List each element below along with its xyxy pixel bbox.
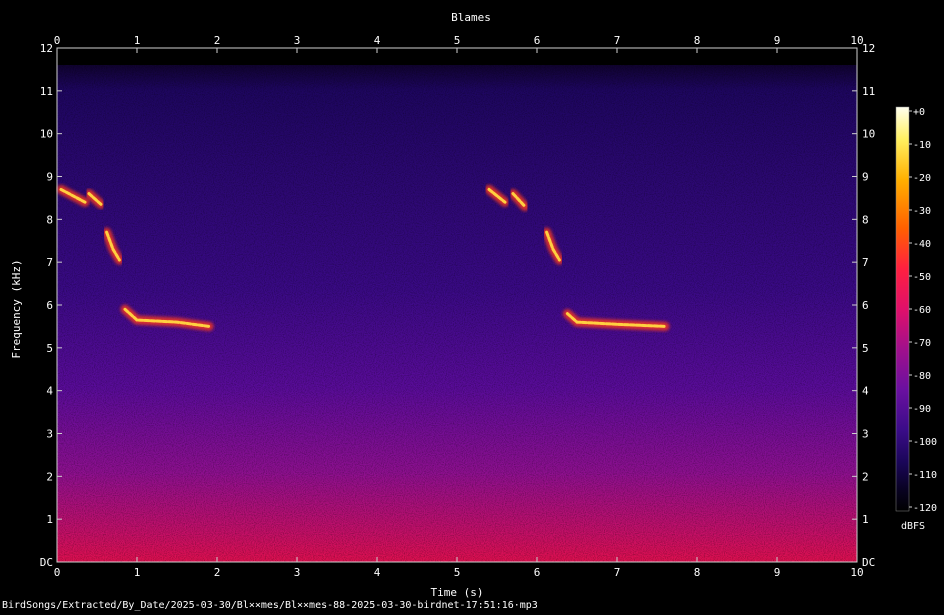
x-tick-label-top: 5 (454, 34, 461, 47)
colorbar (895, 106, 910, 512)
colorbar-tick-label: -90 (913, 404, 931, 415)
x-tick-label: 4 (374, 566, 381, 579)
colorbar-tick-label: -50 (913, 272, 931, 283)
x-tick-label-top: 9 (774, 34, 781, 47)
y-tick-label: 5 (46, 342, 53, 355)
colorbar-ticks: +0 -10 -20 -30 -40 -50 -60 -70 -80 -90 -100 -110 -12… (909, 107, 937, 514)
x-tick-label: 0 (54, 566, 61, 579)
spectrogram-chart: 0 1 2 3 4 5 6 7 8 9 10 0 1 2 3 4 5 6 7 8 9 10 DC123456789101… (2, 11, 937, 611)
y-tick-label: 12 (40, 42, 53, 55)
y-tick-label-right: 5 (862, 342, 869, 355)
x-tick-label: 6 (534, 566, 541, 579)
y-tick-label: 11 (40, 85, 53, 98)
spectrogram-noise (57, 65, 857, 562)
y-tick-label-right: 10 (862, 128, 875, 141)
y-tick-label-right: 4 (862, 385, 869, 398)
y-tick-label-right: DC (862, 556, 875, 569)
x-tick-label: 8 (694, 566, 701, 579)
colorbar-label: dBFS (901, 521, 925, 532)
y-tick-label: 4 (46, 385, 53, 398)
y-tick-label-right: 9 (862, 171, 869, 184)
y-tick-label-right: 6 (862, 299, 869, 312)
y-axis-label: Frequency (kHz) (10, 259, 23, 358)
y-tick-label-right: 12 (862, 42, 875, 55)
colorbar-tick-label: -120 (913, 503, 937, 514)
x-tick-label-top: 7 (614, 34, 621, 47)
x-tick-label-top: 3 (294, 34, 301, 47)
y-tick-label-right: 11 (862, 85, 875, 98)
y-tick-label: DC (40, 556, 53, 569)
x-tick-label-top: 4 (374, 34, 381, 47)
x-tick-label: 7 (614, 566, 621, 579)
x-tick-label-top: 0 (54, 34, 61, 47)
colorbar-tick-label: -10 (913, 140, 931, 151)
colorbar-tick-label: -70 (913, 338, 931, 349)
y-tick-label-right: 8 (862, 213, 869, 226)
x-tick-label-top: 6 (534, 34, 541, 47)
y-tick-label: 10 (40, 128, 53, 141)
x-tick-label-top: 1 (134, 34, 141, 47)
y-tick-label: 1 (46, 513, 53, 526)
y-tick-label-right: 3 (862, 428, 869, 441)
colorbar-tick-label: -80 (913, 371, 931, 382)
colorbar-tick-label: -40 (913, 239, 931, 250)
colorbar-tick-label: -60 (913, 305, 931, 316)
y-tick-label-right: 1 (862, 513, 869, 526)
file-path-footer: BirdSongs/Extracted/By_Date/2025-03-30/B… (2, 600, 538, 611)
colorbar-tick-label: -30 (913, 206, 931, 217)
x-tick-label: 5 (454, 566, 461, 579)
y-tick-label-right: 7 (862, 256, 869, 269)
y-tick-label: 8 (46, 213, 53, 226)
y-tick-label: 3 (46, 428, 53, 441)
y-tick-label: 6 (46, 299, 53, 312)
x-tick-label: 1 (134, 566, 141, 579)
colorbar-tick-label: -20 (913, 173, 931, 184)
colorbar-tick-label: +0 (913, 107, 925, 118)
colorbar-tick-label: -110 (913, 470, 937, 481)
x-axis-label: Time (s) (431, 586, 484, 599)
y-tick-label: 9 (46, 171, 53, 184)
x-tick-label-top: 8 (694, 34, 701, 47)
x-tick-label: 3 (294, 566, 301, 579)
y-tick-label-right: 2 (862, 470, 869, 483)
colorbar-tick-label: -100 (913, 437, 937, 448)
x-tick-label: 9 (774, 566, 781, 579)
x-tick-label-top: 2 (214, 34, 221, 47)
y-tick-label: 2 (46, 470, 53, 483)
x-tick-label: 2 (214, 566, 221, 579)
chart-title: Blames (451, 11, 491, 24)
y-tick-label: 7 (46, 256, 53, 269)
